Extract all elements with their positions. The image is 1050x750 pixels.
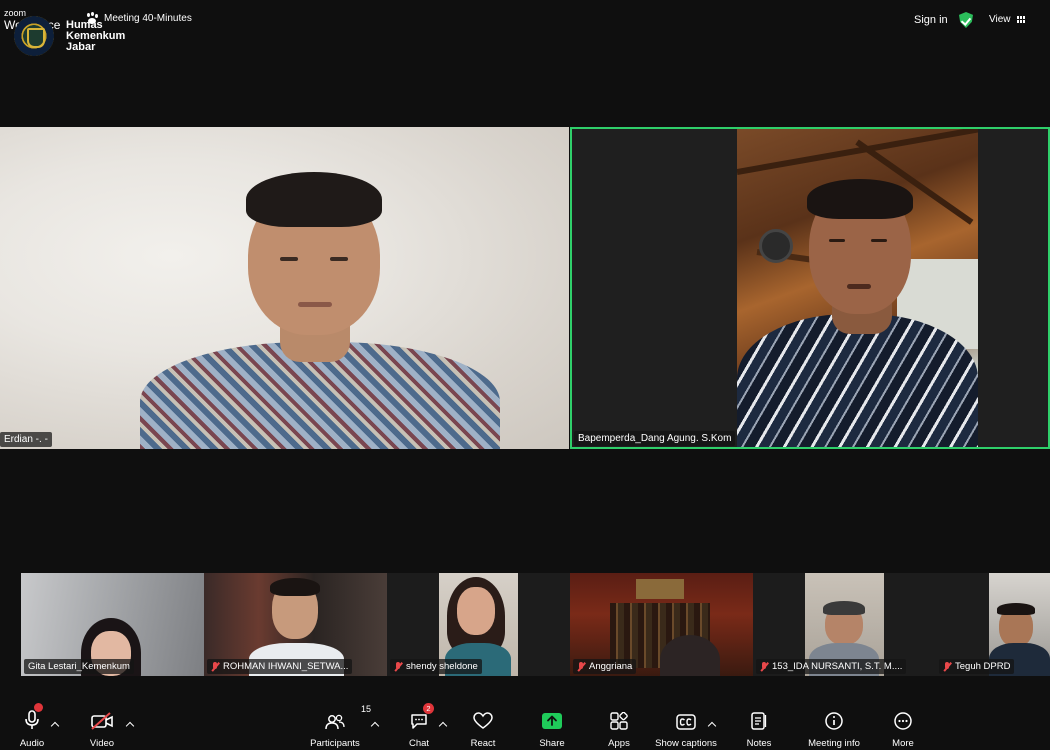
- participants-button[interactable]: 15 Participants: [310, 704, 371, 750]
- apps-icon: [610, 706, 628, 730]
- video-options-caret[interactable]: [126, 720, 134, 728]
- participant-name: 153_IDA NURSANTI, S.T. M....: [772, 661, 903, 672]
- participant-name-tag: ROHMAN IHWANI_SETWA...: [207, 659, 353, 674]
- microphone-icon: [24, 703, 43, 730]
- security-shield-icon[interactable]: [959, 12, 973, 28]
- share-screen-icon: [542, 706, 562, 730]
- participant-video: [737, 129, 978, 447]
- video-thumb-gita-lestari[interactable]: Gita Lestari_Kemenkum: [21, 573, 204, 676]
- participants-options-caret[interactable]: [371, 720, 379, 728]
- info-icon: [825, 706, 843, 730]
- video-thumb-ida-nursanti[interactable]: 153_IDA NURSANTI, S.T. M....: [753, 573, 936, 676]
- participant-name: ROHMAN IHWANI_SETWA...: [223, 661, 349, 672]
- video-thumb-anggriana[interactable]: Anggriana: [570, 573, 753, 676]
- participant-video: [130, 167, 510, 449]
- sign-in-button[interactable]: Sign in: [914, 14, 948, 26]
- org-overlay-text: Humas Kemenkum Jabar: [66, 20, 125, 53]
- mic-muted-icon: [943, 661, 951, 672]
- video-tile-dang-agung[interactable]: Bapemperda_Dang Agung. S.Kom: [570, 127, 1050, 449]
- video-off-icon: [91, 706, 113, 730]
- audio-button[interactable]: Audio: [17, 703, 47, 750]
- meeting-info-label: Meeting info: [808, 738, 860, 749]
- more-label: More: [892, 738, 914, 749]
- participant-name: Anggriana: [589, 661, 633, 672]
- participant-name: shendy sheldone: [406, 661, 478, 672]
- apps-label: Apps: [608, 738, 630, 749]
- participant-name-tag: shendy sheldone: [390, 659, 482, 674]
- org-line-3: Jabar: [66, 41, 96, 53]
- chat-label: Chat: [408, 738, 430, 749]
- video-tile-erdian[interactable]: Erdian -. -: [0, 127, 569, 449]
- chat-options-caret[interactable]: [439, 720, 447, 728]
- video-thumb-shendy[interactable]: shendy sheldone: [387, 573, 570, 676]
- view-button[interactable]: View: [989, 14, 1026, 25]
- participant-name-tag: 153_IDA NURSANTI, S.T. M....: [756, 659, 907, 674]
- participants-label: Participants: [310, 738, 360, 749]
- react-label: React: [470, 738, 496, 749]
- mic-muted-icon: [760, 661, 768, 672]
- meeting-info-button[interactable]: Meeting info: [804, 706, 864, 750]
- participant-name-tag: Gita Lestari_Kemenkum: [24, 659, 134, 674]
- participant-name-tag: Erdian -. -: [0, 432, 52, 447]
- mic-muted-icon: [211, 661, 219, 672]
- video-thumb-rohman[interactable]: ROHMAN IHWANI_SETWA...: [204, 573, 387, 676]
- grid-view-icon: [1016, 15, 1026, 24]
- participant-name-tag: Anggriana: [573, 659, 637, 674]
- mic-muted-icon: [394, 661, 402, 672]
- notes-label: Notes: [746, 738, 772, 749]
- show-captions-button[interactable]: Show captions: [655, 706, 717, 750]
- show-captions-label: Show captions: [655, 738, 717, 749]
- participant-name-tag: Teguh DPRD: [939, 659, 1015, 674]
- view-label: View: [989, 14, 1011, 25]
- notes-icon: [751, 706, 767, 730]
- captions-options-caret[interactable]: [708, 720, 716, 728]
- heart-icon: [473, 706, 493, 730]
- notes-button[interactable]: Notes: [744, 706, 774, 750]
- video-label: Video: [89, 738, 115, 749]
- chat-button[interactable]: 2 Chat: [404, 703, 434, 750]
- apps-button[interactable]: Apps: [604, 706, 634, 750]
- more-button[interactable]: More: [888, 706, 918, 750]
- video-thumb-teguh[interactable]: Teguh DPRD: [936, 573, 1050, 676]
- share-label: Share: [539, 738, 565, 749]
- video-button[interactable]: Video: [87, 706, 117, 750]
- participants-count: 15: [361, 704, 372, 714]
- share-button[interactable]: Share: [537, 706, 567, 750]
- audio-label: Audio: [19, 738, 45, 749]
- kemenkum-seal-logo: [14, 16, 54, 56]
- participant-name-tag: Bapemperda_Dang Agung. S.Kom: [574, 431, 736, 446]
- participant-name: Gita Lestari_Kemenkum: [28, 661, 130, 672]
- participant-name: Teguh DPRD: [955, 661, 1011, 672]
- chat-icon: 2: [410, 703, 434, 730]
- react-button[interactable]: React: [468, 706, 498, 750]
- meeting-controls-toolbar: Audio Video 15 Participants 2 Chat React: [0, 703, 1050, 750]
- top-bar: zoom Workplace Meeting 40-Minutes Sign i…: [0, 0, 1050, 38]
- participants-icon: 15: [325, 704, 371, 730]
- chat-unread-badge: 2: [423, 703, 434, 714]
- closed-captions-icon: [676, 706, 696, 730]
- mic-muted-icon: [577, 661, 585, 672]
- audio-options-caret[interactable]: [51, 720, 59, 728]
- more-ellipsis-icon: [894, 706, 912, 730]
